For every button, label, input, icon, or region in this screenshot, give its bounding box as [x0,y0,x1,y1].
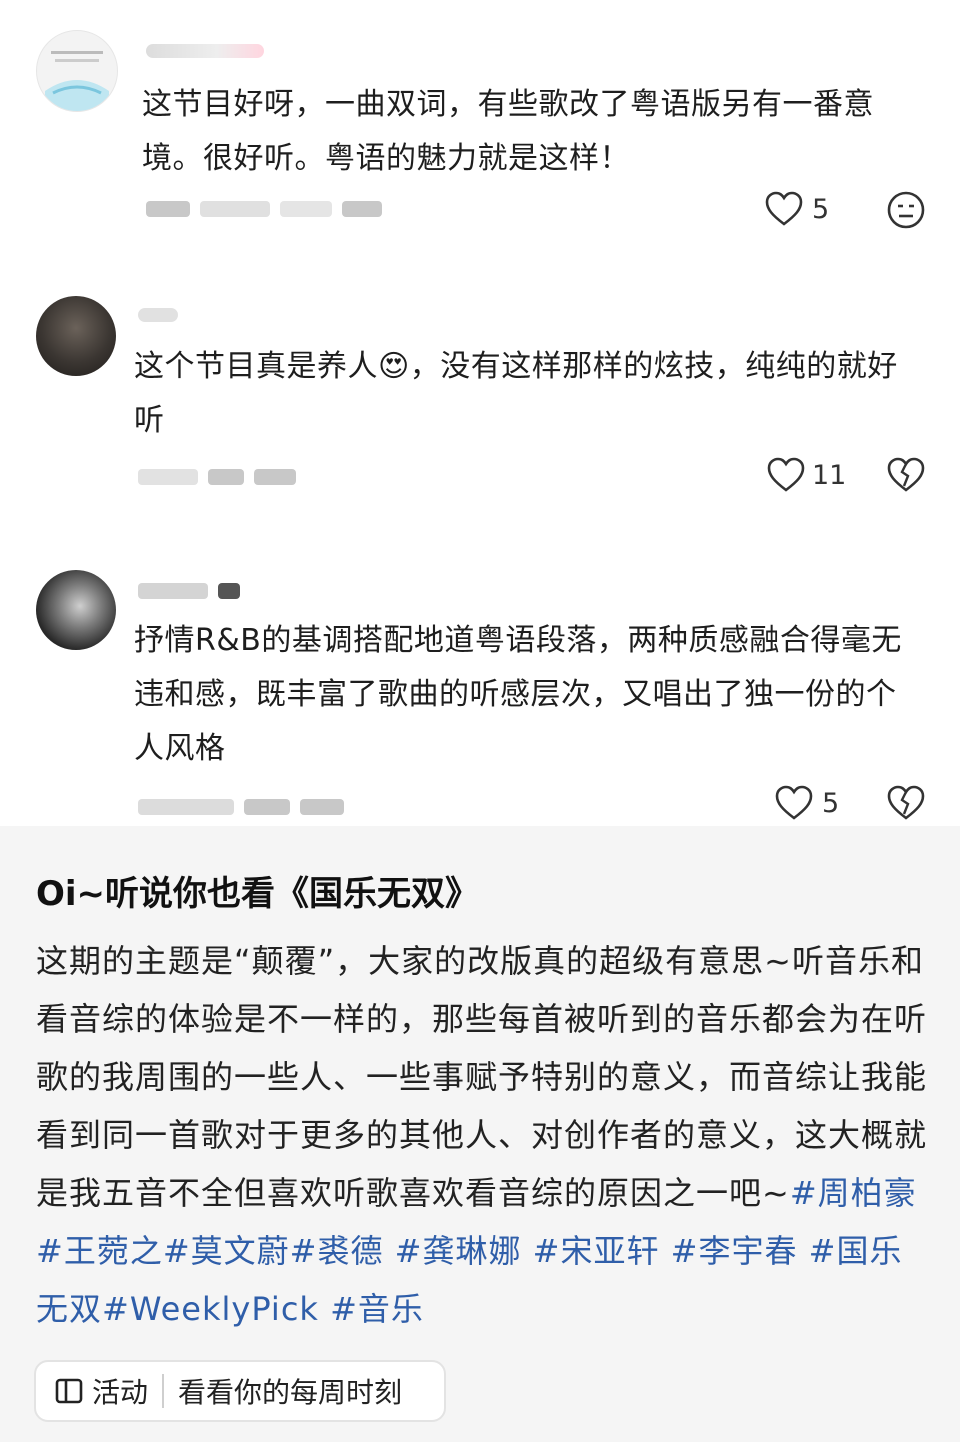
comment-text: 这节目好呀，一曲双词，有些歌改了粤语版另有一番意境。很好听。粤语的魅力就是这样！ [142,87,874,176]
activity-label: 活动 [92,1376,149,1409]
broken-heart-icon[interactable] [886,784,926,826]
tag-link[interactable]: #李宇春 [671,1232,798,1270]
heart-icon [767,457,805,492]
tag-link[interactable]: #裘德 [290,1232,384,1270]
post-text: 这期的主题是“颠覆”，大家的改版真的超级有意思~听音乐和看音综的体验是不一样的，… [36,942,928,1212]
like-count: 5 [822,787,840,819]
tag-link[interactable]: #龚琳娜 [395,1232,522,1270]
heart-icon [765,191,803,226]
comment-meta [138,466,306,485]
like-button[interactable]: 11 [766,456,846,494]
tag-link[interactable]: #周柏豪 [790,1174,917,1212]
like-count: 11 [812,459,847,491]
avatar[interactable] [36,296,116,376]
like-button[interactable]: 5 [764,190,829,228]
divider [162,1374,165,1408]
heart-eyes-emoji: 😍 [378,349,410,384]
comment-text: 抒情R&B的基调搭配地道粤语段落，两种质感融合得毫无违和感，既丰富了歌曲的听感层… [134,623,902,766]
tag-link[interactable]: #王菀之 [36,1232,163,1270]
activity-chip[interactable]: 活动 看看你的每周时刻 [34,1360,446,1422]
activity-text: 看看你的每周时刻 [178,1376,403,1409]
post-body: 这期的主题是“颠覆”，大家的改版真的超级有意思~听音乐和看音综的体验是不一样的，… [36,932,928,1338]
broken-heart-icon[interactable] [886,456,926,498]
neutral-face-icon[interactable] [886,190,926,234]
comment-meta [138,796,354,815]
comment-text: 这个节目真是养人😍，没有这样那样的炫技，纯纯的就好听 [134,349,898,438]
comment-meta [146,198,392,217]
heart-icon [775,785,813,820]
avatar[interactable] [36,30,118,112]
tag-link[interactable]: #WeeklyPick [102,1290,319,1328]
tag-link[interactable]: #莫文蔚 [163,1232,290,1270]
post-title: Oi~听说你也看《国乐无双》 [36,874,480,914]
username[interactable] [146,44,264,58]
username[interactable] [138,580,250,599]
like-count: 5 [812,193,830,225]
tag-link[interactable]: #音乐 [330,1290,424,1328]
username[interactable] [138,308,178,322]
like-button[interactable]: 5 [774,784,839,822]
avatar[interactable] [36,570,116,650]
activity-icon [55,1378,83,1404]
tag-link[interactable]: #宋亚轩 [533,1232,660,1270]
